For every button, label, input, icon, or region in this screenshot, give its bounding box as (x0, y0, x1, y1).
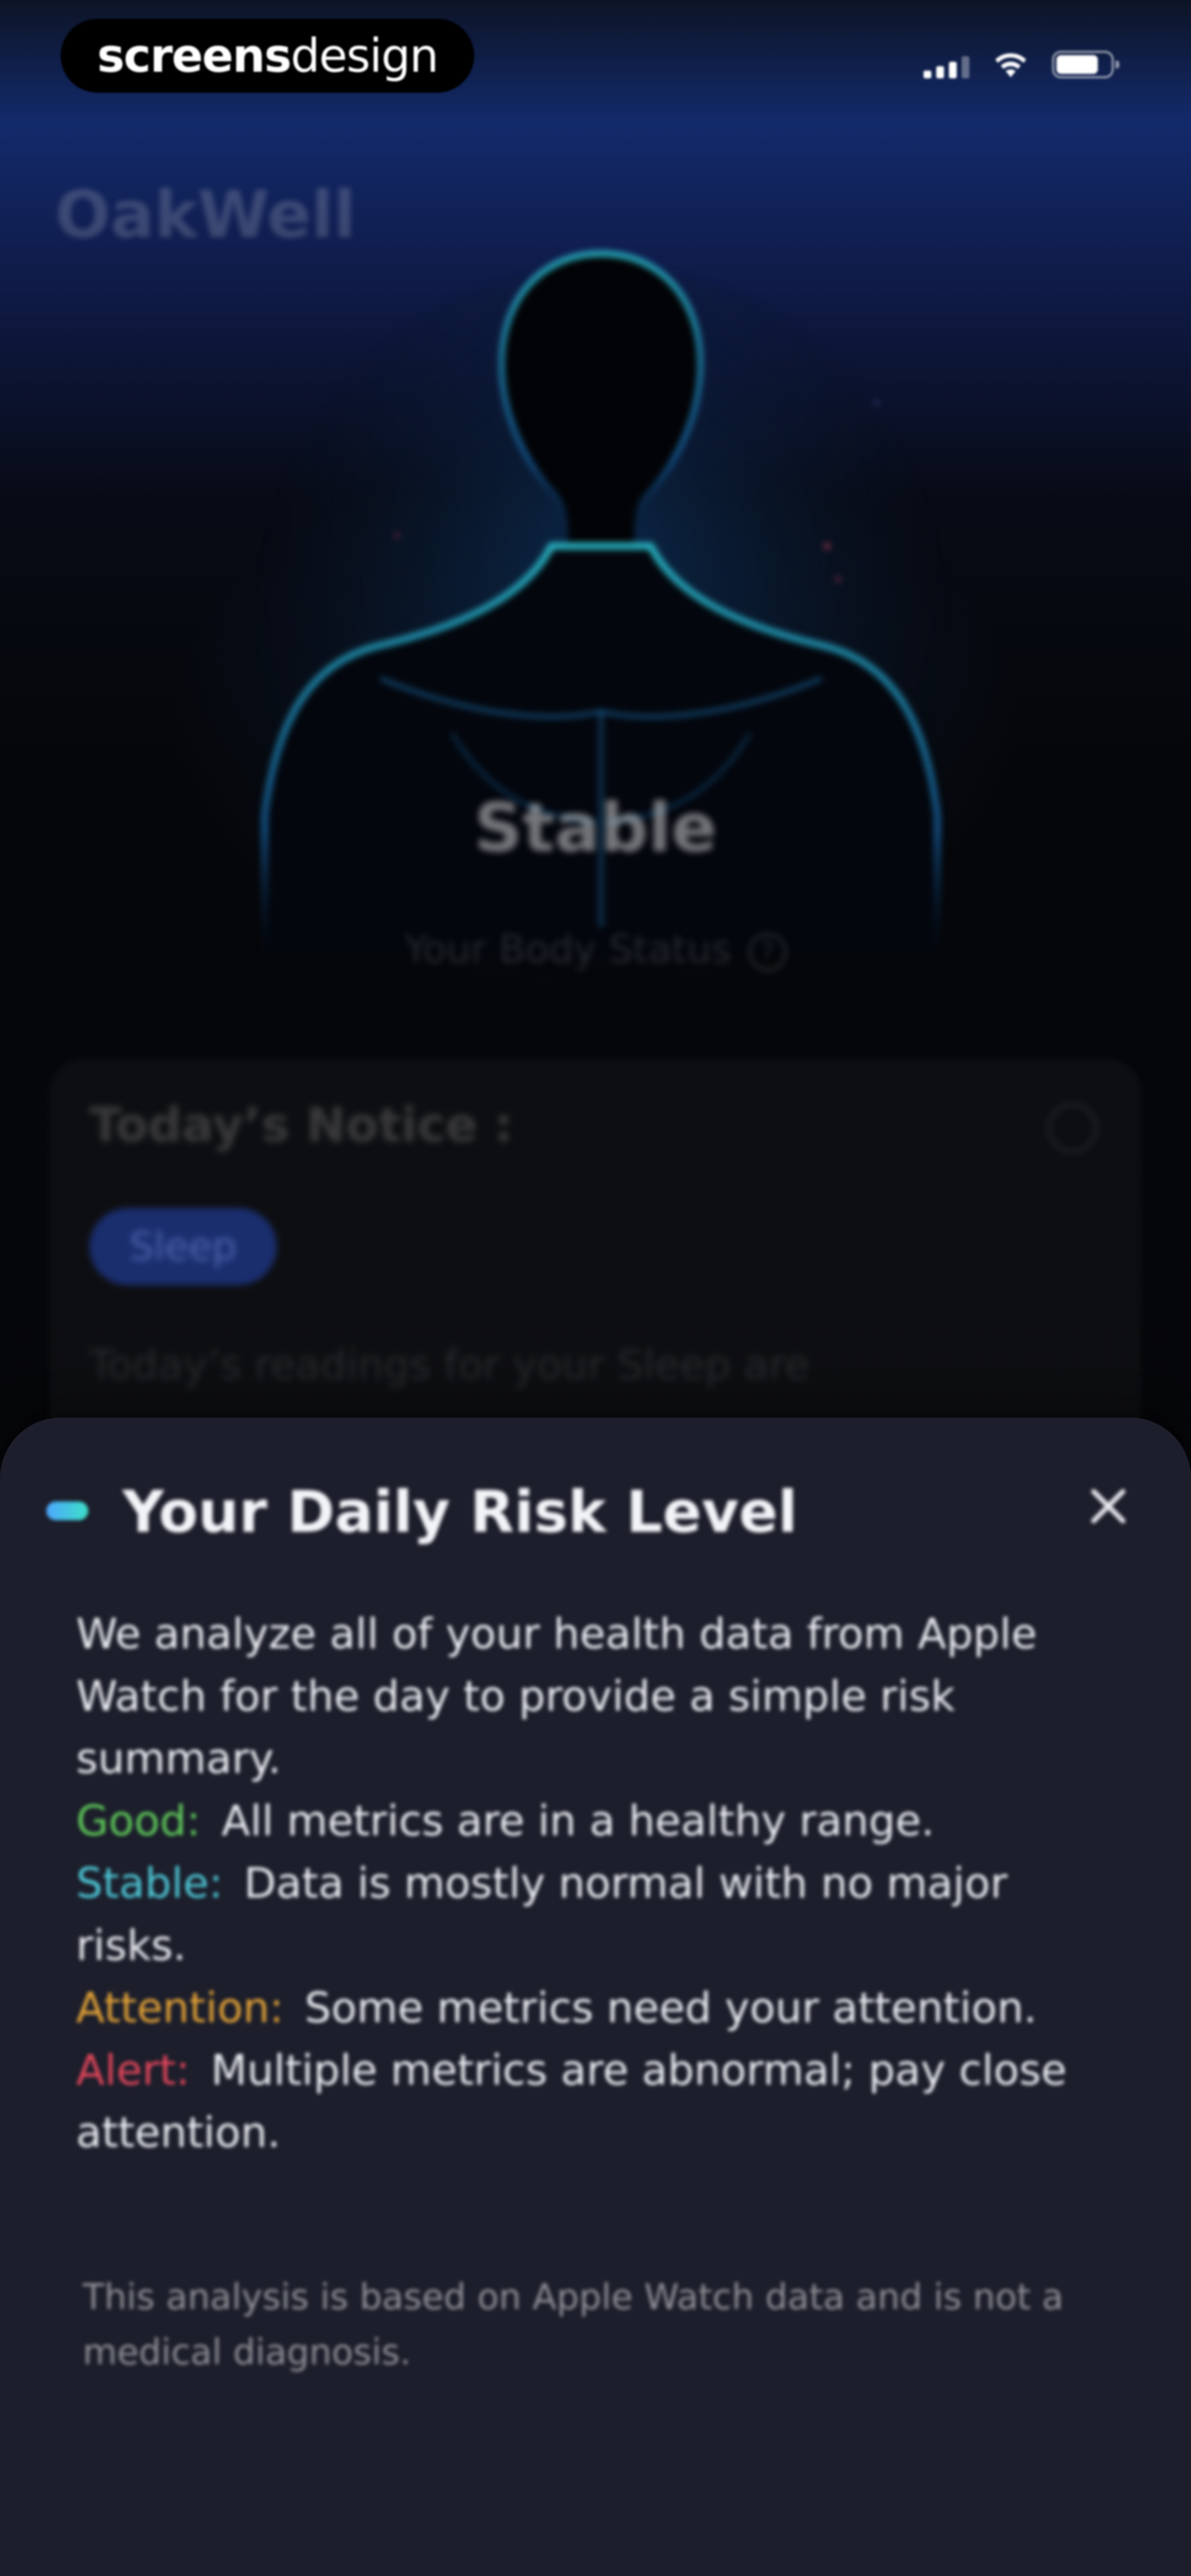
notice-text: Today’s readings for your Sleep are (89, 1342, 810, 1389)
body-status-caption-text: Your Body Status (404, 927, 732, 972)
level-good: Good: All metrics are in a healthy range. (76, 1789, 1124, 1852)
notice-help-icon[interactable] (1048, 1103, 1097, 1153)
watermark-bold-text: screens (97, 29, 292, 83)
watermark-logo: screens design (61, 19, 474, 93)
cellular-signal-icon (924, 56, 969, 78)
risk-level-description: We analyze all of your health data from … (76, 1602, 1124, 2163)
level-alert: Alert: Multiple metrics are abnormal; pay… (76, 2039, 1124, 2163)
close-button[interactable] (1075, 1473, 1141, 1539)
accent-pill-icon (46, 1501, 88, 1520)
notice-title: Today’s Notice : (89, 1098, 513, 1153)
level-alert-label: Alert: (76, 2045, 190, 2094)
help-icon[interactable]: ? (748, 932, 787, 971)
level-attention-label: Attention: (76, 1983, 284, 2032)
battery-icon (1052, 51, 1119, 78)
app-screen: screens design OakWell Stable Your Body … (0, 0, 1191, 2576)
level-stable-label: Stable: (76, 1858, 223, 1907)
notice-category-chip[interactable]: Sleep (89, 1208, 277, 1285)
wifi-icon (994, 53, 1028, 78)
disclaimer-text: This analysis is based on Apple Watch da… (83, 2277, 1064, 2373)
watermark-light-text: design (291, 29, 439, 83)
level-attention: Attention: Some metrics need your attenti… (76, 1976, 1124, 2039)
intro-text: We analyze all of your health data from … (76, 1609, 1037, 1783)
risk-level-bottom-sheet: Your Daily Risk Level We analyze all of … (0, 1418, 1191, 2576)
level-attention-text: Some metrics need your attention. (304, 1983, 1037, 2032)
body-status-value: Stable (474, 789, 717, 867)
level-good-text: All metrics are in a healthy range. (221, 1796, 935, 1845)
level-stable: Stable: Data is mostly normal with no maj… (76, 1852, 1124, 1976)
status-icons (924, 51, 1119, 78)
body-figure-illustration (259, 250, 943, 982)
level-alert-text: Multiple metrics are abnormal; pay close… (76, 2045, 1067, 2157)
status-bar: screens design (0, 0, 1191, 110)
sheet-title: Your Daily Risk Level (122, 1478, 798, 1546)
body-status-caption: Your Body Status? (0, 927, 1191, 972)
level-good-label: Good: (76, 1796, 201, 1845)
